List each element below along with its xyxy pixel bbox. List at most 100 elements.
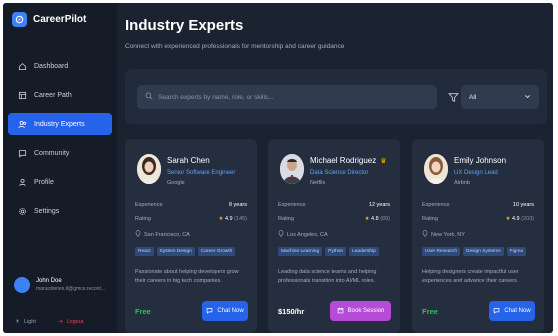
skill-tag: Python [325,247,347,256]
rating-row: Rating ★ 4.8 (89) [278,216,390,222]
button-label: Chat Now [504,308,531,314]
sidebar-item-community[interactable]: Community [8,142,112,164]
user-icon [17,177,27,187]
skill-tags: React System Design Career Growth [135,247,236,256]
skill-tag: Figma [506,247,526,256]
price: $150/hr [278,307,305,316]
skill-tag: Leadership [349,247,379,256]
brand[interactable]: CareerPilot [12,12,86,27]
main-content: Industry Experts Connect with experience… [117,3,553,333]
sidebar: CareerPilot Dashboard Career Path Indust… [3,3,117,333]
sidebar-item-label: Community [34,149,70,157]
skill-tag: User Research [422,247,460,256]
location-pin-icon [135,230,141,239]
expert-company: Airbnb [454,180,470,186]
review-count: (89) [380,216,390,222]
rating-value: 4.9 [224,216,233,222]
user-profile[interactable]: John Doe manucitenes.lt@gmce.recont... [8,271,112,299]
expert-card[interactable]: Sarah Chen Senior Software Engineer Goog… [125,139,257,333]
experience-value: 8 years [228,202,247,208]
rating-label: Rating [422,216,438,222]
sidebar-item-industry-experts[interactable]: Industry Experts [8,113,112,135]
expert-photo [137,154,161,184]
star-icon: ★ [218,216,224,222]
filter-icon[interactable] [448,90,460,103]
sidebar-item-settings[interactable]: Settings [8,200,112,222]
search-panel: Search experts by name, role, or skills.… [125,69,547,124]
book-session-button[interactable]: Book Session [330,301,391,321]
sidebar-item-label: Dashboard [34,62,69,70]
expert-company: Netflix [310,180,326,186]
search-placeholder: Search experts by name, role, or skills.… [158,93,274,101]
sidebar-item-label: Settings [34,207,60,215]
rating-value: 4.8 [371,216,379,222]
compass-icon [12,12,27,27]
gear-icon [17,206,27,216]
experience-value: 10 years [512,202,534,208]
chat-icon [493,307,500,316]
location: New York, NY [422,230,465,239]
experience-label: Experience [135,202,163,208]
home-icon [17,61,27,71]
location-text: Los Angeles, CA [287,231,328,238]
search-input[interactable]: Search experts by name, role, or skills.… [137,85,437,109]
user-email: manucitenes.lt@gmce.recont... [36,286,105,292]
chevron-down-icon [524,93,531,102]
skill-tag: System Design [156,247,195,256]
location-text: San Francisco, CA [144,231,190,238]
filter-value: All [469,93,477,101]
expert-card[interactable]: Emily Johnson UX Design Lead Airbnb Expe… [412,139,544,333]
experience-row: Experience 8 years [135,202,247,208]
logout-button[interactable]: ⇥ Logout [58,319,83,325]
expert-card[interactable]: Michael Rodriguez ♛ Data Science Directo… [268,139,400,333]
skill-tags: Machine Learning Python Leadership [278,247,379,256]
star-icon: ★ [505,216,511,222]
location: Los Angeles, CA [278,230,328,239]
filter-select[interactable]: All [461,85,539,109]
skill-tag: Career Growth [197,247,236,256]
verified-badge-icon: ♛ [380,157,387,165]
expert-photo [424,154,448,184]
expert-description: Leading data science teams and helping p… [278,269,377,284]
button-label: Chat Now [217,308,244,314]
rating-row: Rating ★ 4.9 (145) [135,216,247,222]
skill-tag: Design Systems [463,247,504,256]
expert-role: UX Design Lead [454,170,498,176]
chat-icon [17,148,27,158]
theme-label: Light [23,319,36,325]
expert-company: Google [167,180,185,186]
expert-description: Passionate about helping developers grow… [135,269,239,284]
brand-name: CareerPilot [33,14,87,25]
avatar [14,277,30,293]
logout-icon: ⇥ [57,319,63,325]
users-icon [17,119,27,129]
page-title: Industry Experts [125,17,244,34]
sidebar-item-label: Career Path [34,91,72,99]
experience-row: Experience 10 years [422,202,534,208]
expert-description: Helping designers create impactful user … [422,269,519,284]
user-name: John Doe [36,278,62,284]
rating-label: Rating [278,216,294,222]
logout-label: Logout [66,319,84,325]
expert-name: Emily Johnson [454,156,507,165]
experience-label: Experience [422,202,450,208]
button-label: Book Session [347,308,385,314]
expert-name: Michael Rodriguez ♛ [310,156,387,165]
location-pin-icon [422,230,428,239]
theme-toggle[interactable]: ☀ Light [15,319,36,325]
skill-tag: Machine Learning [278,247,323,256]
location-pin-icon [278,230,284,239]
sidebar-item-career-path[interactable]: Career Path [8,84,112,106]
sun-icon: ☀ [15,319,20,325]
app-window: CareerPilot Dashboard Career Path Indust… [3,3,553,333]
chat-now-button[interactable]: Chat Now [489,301,535,321]
chat-now-button[interactable]: Chat Now [202,301,248,321]
skill-tags: User Research Design Systems Figma [422,247,526,256]
sidebar-item-dashboard[interactable]: Dashboard [8,55,112,77]
price: Free [422,307,438,316]
expert-role: Senior Software Engineer [167,170,236,176]
page-subtitle: Connect with experienced professionals f… [125,43,345,50]
sidebar-item-profile[interactable]: Profile [8,171,112,193]
skill-tag: React [135,247,154,256]
path-icon [17,90,27,100]
